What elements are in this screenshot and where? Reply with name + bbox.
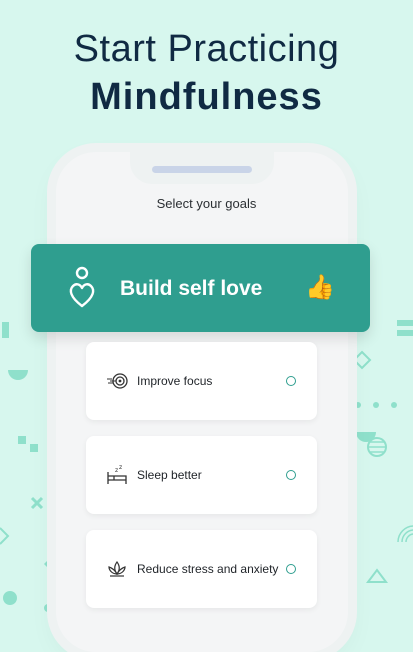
heart-person-icon [69,266,95,308]
goal-card-sleep-better[interactable]: z z Sleep better [86,436,317,514]
goal-label: Sleep better [137,468,202,482]
sleep-bed-icon: z z [107,464,127,484]
screen-title: Select your goals [156,196,257,211]
goal-card-reduce-stress[interactable]: Reduce stress and anxiety [86,530,317,608]
goal-card-build-self-love[interactable]: Build self love 👍 [31,244,370,332]
svg-text:z: z [119,464,122,471]
lotus-icon [108,560,126,577]
focus-target-icon [107,373,128,389]
goal-label: Reduce stress and anxiety [137,562,279,576]
headline-line-1: Start Practicing [73,28,340,70]
goal-label: Improve focus [137,374,213,388]
headline-line-2: Mindfulness [90,76,323,118]
goal-card-improve-focus[interactable]: Improve focus [86,342,317,420]
headline: Start Practicing Mindfulness [0,26,413,120]
phone-speaker [152,166,252,173]
goal-label: Build self love [120,277,263,300]
svg-text:z: z [115,467,118,474]
goal-radio[interactable] [286,564,296,574]
phone-notch [130,152,274,184]
goal-radio[interactable] [286,470,296,480]
thumbs-up-icon: 👍 [305,274,335,301]
goal-radio[interactable] [286,376,296,386]
